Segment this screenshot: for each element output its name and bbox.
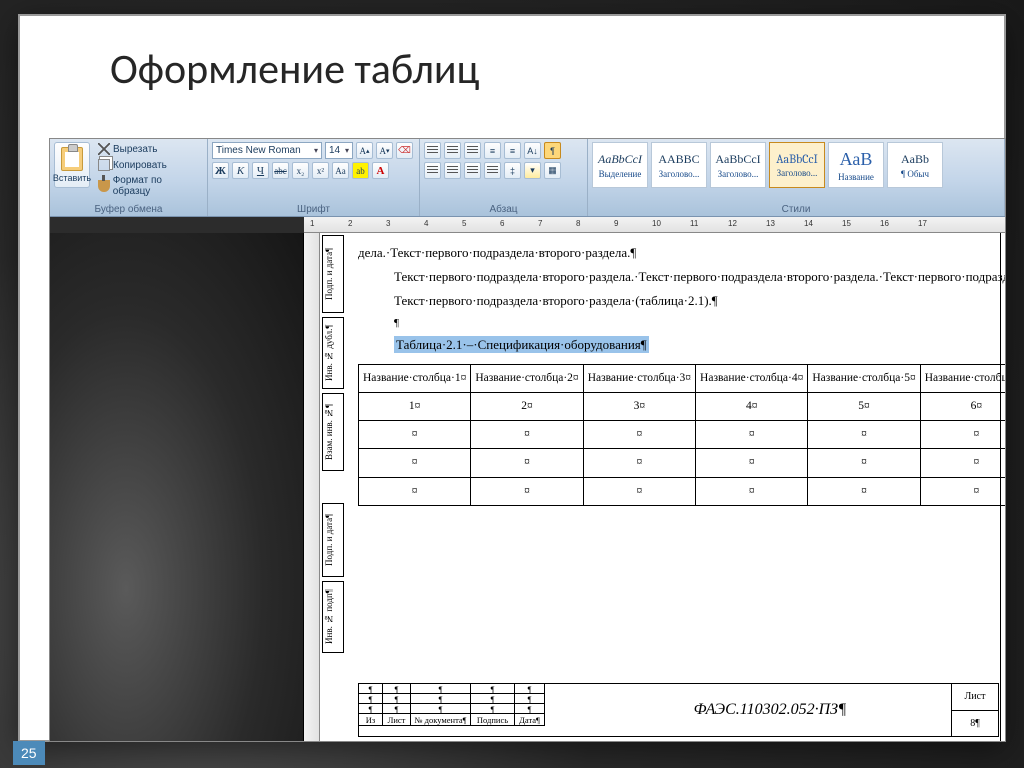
table-row: ¤¤¤¤¤¤¤ [359, 449, 1006, 477]
table-header-row: Название·столбца·1¤ Название·столбца·2¤ … [359, 364, 1006, 392]
workspace: Подп. и дата¶ Инв. № дубл.¶ Взам. инв. №… [50, 233, 1005, 741]
group-label-styles: Стили [592, 202, 1000, 215]
style-heading3[interactable]: AaBbCcIЗаголово... [769, 142, 825, 188]
font-color-button[interactable]: A [372, 162, 389, 179]
styles-gallery[interactable]: AaBbCcIВыделение AABBCЗаголово... AaBbCc… [592, 142, 1000, 188]
group-label-para: Абзац [424, 202, 583, 215]
borders-button[interactable]: ▦ [544, 162, 561, 179]
brush-icon [98, 180, 110, 192]
slide-title: Оформление таблиц [20, 16, 1004, 113]
text-line: дела.·Текст·первого·подраздела·второго·р… [358, 241, 997, 265]
clear-format-button[interactable]: ⌫ [396, 142, 413, 159]
empty-para: ¶ [358, 313, 997, 333]
document-body: дела.·Текст·первого·подраздела·второго·р… [358, 233, 997, 506]
highlight-button[interactable]: ab [352, 162, 369, 179]
style-title[interactable]: АаВНазвание [828, 142, 884, 188]
titleblock-sheet: Лист 8¶ [952, 684, 998, 736]
superscript-button[interactable]: x² [312, 162, 329, 179]
stamp-sign-date-1: Подп. и дата¶ [322, 235, 344, 313]
style-emphasis[interactable]: AaBbCcIВыделение [592, 142, 648, 188]
paste-label: Вставить [53, 173, 91, 183]
slide-frame: Оформление таблиц Вставить Вырезать Копи… [18, 14, 1006, 742]
stamp-vzam-inv: Взам. инв. №¶ [322, 393, 344, 471]
table-row: 1¤2¤3¤4¤5¤6¤¤ [359, 392, 1006, 420]
col-header[interactable]: Название·столбца·6¤ [920, 364, 1005, 392]
font-name-combo[interactable]: Times New Roman [212, 142, 322, 159]
table-row: ¤¤¤¤¤¤¤ [359, 477, 1006, 505]
ribbon: Вставить Вырезать Копировать Формат по о… [50, 139, 1005, 217]
vertical-ruler[interactable] [304, 233, 320, 741]
text-paragraph: Текст·первого·подраздела·второго·раздела… [358, 265, 997, 289]
grow-font-button[interactable]: A▴ [356, 142, 373, 159]
align-right-button[interactable] [464, 162, 481, 179]
group-label-font: Шрифт [212, 202, 415, 215]
table-row: ¤¤¤¤¤¤¤ [359, 421, 1006, 449]
col-header[interactable]: Название·столбца·1¤ [359, 364, 471, 392]
gost-stamp-column: Подп. и дата¶ Инв. № дубл.¶ Взам. инв. №… [322, 233, 348, 741]
indent-inc-button[interactable]: ≡ [504, 142, 521, 159]
stamp-inv-podp: Инв. № подп¶ [322, 581, 344, 653]
titleblock-left: ¶¶¶¶¶ ¶¶¶¶¶ ¶¶¶¶¶ ИзЛист№ документа¶Подп… [359, 684, 589, 736]
slide-number: 25 [13, 741, 45, 765]
format-painter-button[interactable]: Формат по образцу [95, 174, 203, 198]
align-center-button[interactable] [444, 162, 461, 179]
bold-button[interactable]: Ж [212, 162, 229, 179]
multilevel-button[interactable] [464, 142, 481, 159]
group-label-clipboard: Буфер обмена [54, 202, 203, 215]
col-header[interactable]: Название·столбца·2¤ [471, 364, 583, 392]
underline-button[interactable]: Ч [252, 162, 269, 179]
copy-icon [98, 159, 110, 171]
align-left-button[interactable] [424, 162, 441, 179]
col-header[interactable]: Название·столбца·3¤ [583, 364, 695, 392]
justify-button[interactable] [484, 162, 501, 179]
word-screenshot: Вставить Вырезать Копировать Формат по о… [49, 138, 1006, 742]
line-spacing-button[interactable]: ‡ [504, 162, 521, 179]
numbering-button[interactable] [444, 142, 461, 159]
group-paragraph: ≡ ≡ A↓ ¶ ‡ ▾ ▦ Абзац [420, 139, 588, 216]
document-page[interactable]: Подп. и дата¶ Инв. № дубл.¶ Взам. инв. №… [320, 233, 1005, 741]
italic-button[interactable]: К [232, 162, 249, 179]
style-heading2[interactable]: AaBbCcIЗаголово... [710, 142, 766, 188]
table-caption: Таблица·2.1·–·Спецификация·оборудования¶ [394, 336, 649, 353]
indent-dec-button[interactable]: ≡ [484, 142, 501, 159]
group-styles: AaBbCcIВыделение AABBCЗаголово... AaBbCc… [588, 139, 1005, 216]
text-paragraph: Текст·первого·подраздела·второго·раздела… [358, 289, 997, 313]
shrink-font-button[interactable]: A▾ [376, 142, 393, 159]
cut-button[interactable]: Вырезать [95, 142, 203, 156]
group-clipboard: Вставить Вырезать Копировать Формат по о… [50, 139, 208, 216]
strike-button[interactable]: abc [272, 162, 289, 179]
clipboard-icon [61, 147, 83, 171]
stamp-sign-date-2: Подп. и дата¶ [322, 503, 344, 577]
style-normal[interactable]: AaBb¶ Обыч [887, 142, 943, 188]
group-font: Times New Roman 14 A▴ A▾ ⌫ Ж К Ч abc x₂ … [208, 139, 420, 216]
bullets-button[interactable] [424, 142, 441, 159]
copy-button[interactable]: Копировать [95, 158, 203, 172]
font-size-combo[interactable]: 14 [325, 142, 353, 159]
change-case-button[interactable]: Aa [332, 162, 349, 179]
gost-title-block: ¶¶¶¶¶ ¶¶¶¶¶ ¶¶¶¶¶ ИзЛист№ документа¶Подп… [358, 683, 999, 737]
paste-button[interactable]: Вставить [54, 142, 90, 188]
titleblock-code: ФАЭС.110302.052·ПЗ¶ [589, 684, 952, 736]
horizontal-ruler[interactable]: 1234567891011121314151617 [304, 217, 1005, 233]
scissors-icon [98, 143, 110, 155]
navigation-pane [50, 233, 304, 741]
pilcrow-button[interactable]: ¶ [544, 142, 561, 159]
col-header[interactable]: Название·столбца·4¤ [696, 364, 808, 392]
subscript-button[interactable]: x₂ [292, 162, 309, 179]
shading-button[interactable]: ▾ [524, 162, 541, 179]
specification-table[interactable]: Название·столбца·1¤ Название·столбца·2¤ … [358, 364, 1005, 506]
style-heading1[interactable]: AABBCЗаголово... [651, 142, 707, 188]
stamp-inv-dubl: Инв. № дубл.¶ [322, 317, 344, 389]
col-header[interactable]: Название·столбца·5¤ [808, 364, 920, 392]
sort-button[interactable]: A↓ [524, 142, 541, 159]
